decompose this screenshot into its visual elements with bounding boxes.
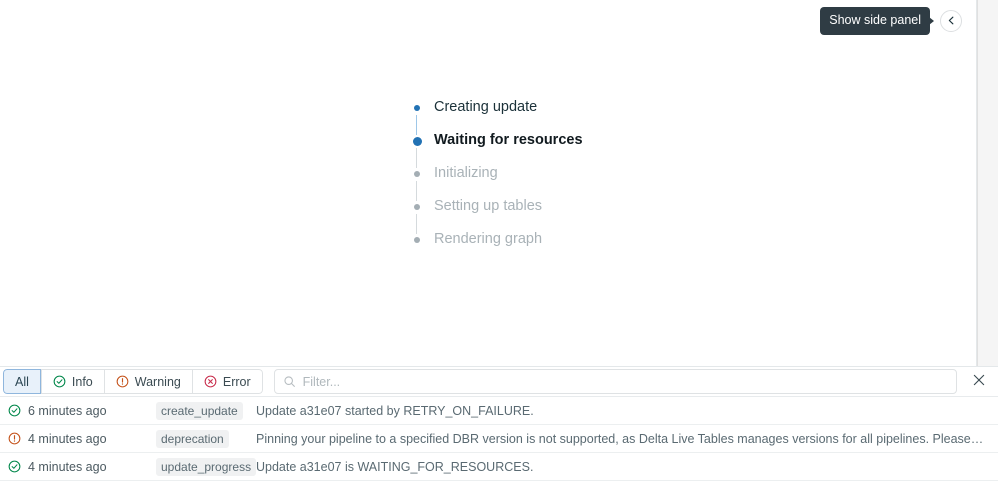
step-marker bbox=[410, 131, 424, 168]
stepper-step-initializing: Initializing bbox=[410, 164, 583, 201]
show-side-panel-tooltip: Show side panel bbox=[820, 7, 934, 35]
tooltip-label: Show side panel bbox=[829, 13, 921, 27]
stepper-step-setting-up-tables: Setting up tables bbox=[410, 197, 583, 234]
update-stepper: Creating update Waiting for resources In… bbox=[410, 98, 583, 263]
filter-label: Error bbox=[222, 374, 251, 389]
error-circle-icon bbox=[204, 375, 217, 388]
stepper-step-creating-update: Creating update bbox=[410, 98, 583, 135]
warning-circle-icon bbox=[8, 432, 21, 445]
row-message: Update a31e07 started by RETRY_ON_FAILUR… bbox=[256, 403, 534, 418]
close-event-log-button[interactable] bbox=[966, 369, 992, 395]
row-event-type: deprecation bbox=[156, 429, 256, 448]
warning-circle-icon bbox=[116, 375, 129, 388]
event-log-search-input[interactable] bbox=[302, 371, 956, 392]
filter-button-all[interactable]: All bbox=[3, 369, 41, 394]
event-type-tag: update_progress bbox=[156, 457, 257, 476]
step-dot-icon bbox=[412, 137, 422, 146]
event-type-tag: create_update bbox=[156, 401, 243, 420]
row-message: Update a31e07 is WAITING_FOR_RESOURCES. bbox=[256, 459, 534, 474]
side-panel-toggle-group: Show side panel bbox=[820, 7, 962, 35]
step-dot-icon bbox=[414, 204, 420, 210]
row-timestamp: 4 minutes ago bbox=[28, 431, 107, 446]
step-dot-icon bbox=[414, 105, 420, 111]
row-event-type: update_progress bbox=[156, 457, 257, 476]
filter-label: All bbox=[15, 374, 29, 389]
row-timestamp: 6 minutes ago bbox=[28, 403, 107, 418]
event-log-search-field[interactable] bbox=[273, 369, 957, 394]
row-status bbox=[8, 460, 28, 473]
step-marker bbox=[410, 164, 424, 201]
step-marker bbox=[410, 230, 424, 243]
filter-label: Info bbox=[71, 374, 93, 389]
step-label: Setting up tables bbox=[434, 198, 543, 214]
table-row[interactable]: 4 minutes ago deprecation Pinning your p… bbox=[0, 425, 998, 453]
check-circle-icon bbox=[8, 460, 21, 473]
filter-button-error[interactable]: Error bbox=[191, 369, 263, 394]
event-severity-filter-group: All Info Warning Error bbox=[3, 369, 263, 394]
step-label: Waiting for resources bbox=[434, 132, 583, 148]
step-label: Rendering graph bbox=[434, 231, 543, 247]
step-marker bbox=[410, 98, 424, 135]
collapsed-side-panel[interactable] bbox=[977, 0, 998, 366]
filter-button-warning[interactable]: Warning bbox=[103, 369, 192, 394]
graph-canvas[interactable]: Show side panel Creating update Waiting … bbox=[0, 0, 977, 366]
table-row[interactable]: 6 minutes ago create_update Update a31e0… bbox=[0, 397, 998, 425]
check-circle-icon bbox=[8, 404, 21, 417]
check-circle-icon bbox=[53, 375, 66, 388]
step-label: Initializing bbox=[434, 165, 498, 181]
update-progress-region: Show side panel Creating update Waiting … bbox=[0, 0, 998, 366]
event-log-list[interactable]: 6 minutes ago create_update Update a31e0… bbox=[0, 397, 998, 503]
pipeline-update-view: Show side panel Creating update Waiting … bbox=[0, 0, 998, 503]
event-type-tag: deprecation bbox=[156, 429, 229, 448]
row-message: Pinning your pipeline to a specified DBR… bbox=[256, 431, 998, 446]
step-dot-icon bbox=[414, 237, 420, 243]
step-label: Creating update bbox=[434, 99, 538, 115]
table-row[interactable]: 4 minutes ago update_progress Update a31… bbox=[0, 453, 998, 481]
close-icon bbox=[973, 374, 985, 389]
step-marker bbox=[410, 197, 424, 234]
chevron-left-icon bbox=[947, 16, 956, 25]
row-status bbox=[8, 404, 28, 417]
stepper-step-rendering-graph: Rendering graph bbox=[410, 230, 583, 263]
row-timestamp: 4 minutes ago bbox=[28, 459, 107, 474]
filter-button-info[interactable]: Info bbox=[40, 369, 104, 394]
row-event-type: create_update bbox=[156, 401, 256, 420]
event-log-toolbar: All Info Warning Error Filter... bbox=[0, 366, 998, 397]
show-side-panel-button[interactable] bbox=[940, 9, 962, 32]
step-dot-icon bbox=[414, 171, 420, 177]
filter-label: Warning bbox=[134, 374, 181, 389]
stepper-step-waiting-for-resources: Waiting for resources bbox=[410, 131, 583, 168]
search-icon bbox=[283, 375, 296, 388]
row-status bbox=[8, 432, 28, 445]
